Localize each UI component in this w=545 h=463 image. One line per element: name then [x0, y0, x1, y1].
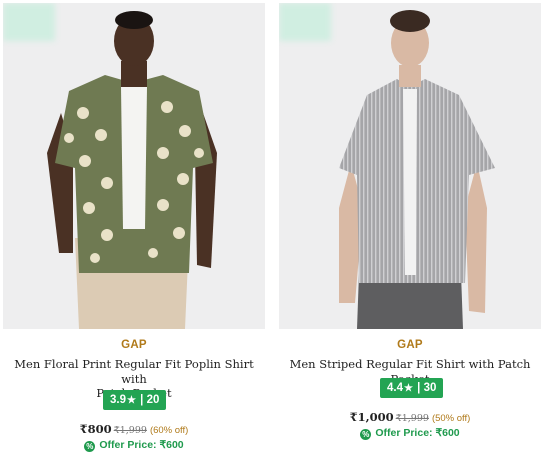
- review-count: 30: [423, 382, 437, 394]
- product-card[interactable]: GAP Men Floral Print Regular Fit Poplin …: [3, 0, 265, 463]
- rating-value: 4.4: [387, 382, 403, 394]
- offer-price: % Offer Price: ₹600: [3, 439, 265, 452]
- model-photo-striped-shirt: [339, 10, 495, 329]
- selling-price: ₹1,000: [349, 410, 394, 424]
- price-row: ₹1,000 ₹1,999 (50% off): [279, 406, 541, 425]
- offer-tag-icon: %: [84, 441, 96, 452]
- discount-percent: (60% off): [149, 425, 189, 436]
- brand-name: GAP: [397, 339, 423, 351]
- price-row: ₹800 ₹1,999 (60% off): [3, 418, 265, 437]
- star-icon: ★: [404, 383, 413, 394]
- offer-price: % Offer Price: ₹600: [279, 427, 541, 440]
- product-image[interactable]: [3, 3, 265, 329]
- selling-price: ₹800: [79, 422, 112, 436]
- offer-price-text: Offer Price: ₹600: [99, 439, 184, 451]
- rating-value: 3.9: [110, 394, 126, 406]
- product-grid: GAP Men Floral Print Regular Fit Poplin …: [0, 0, 545, 463]
- review-count: 20: [146, 394, 160, 406]
- promo-tag: [279, 3, 331, 41]
- promo-tag: [3, 3, 55, 41]
- star-icon: ★: [127, 395, 136, 406]
- product-card[interactable]: GAP Men Striped Regular Fit Shirt with P…: [279, 0, 541, 463]
- product-image[interactable]: [279, 3, 541, 329]
- offer-tag-icon: %: [360, 429, 372, 440]
- product-title-line: Men Floral Print Regular Fit Poplin Shir…: [14, 357, 254, 386]
- model-photo-floral-shirt: [47, 11, 217, 329]
- mrp-price: ₹1,999: [113, 425, 147, 436]
- discount-percent: (50% off): [431, 413, 471, 424]
- mrp-price: ₹1,999: [395, 413, 429, 424]
- brand-name: GAP: [121, 339, 147, 351]
- rating-badge: 4.4★ | 30: [380, 378, 444, 398]
- offer-price-text: Offer Price: ₹600: [375, 427, 460, 439]
- rating-badge: 3.9★ | 20: [103, 390, 167, 410]
